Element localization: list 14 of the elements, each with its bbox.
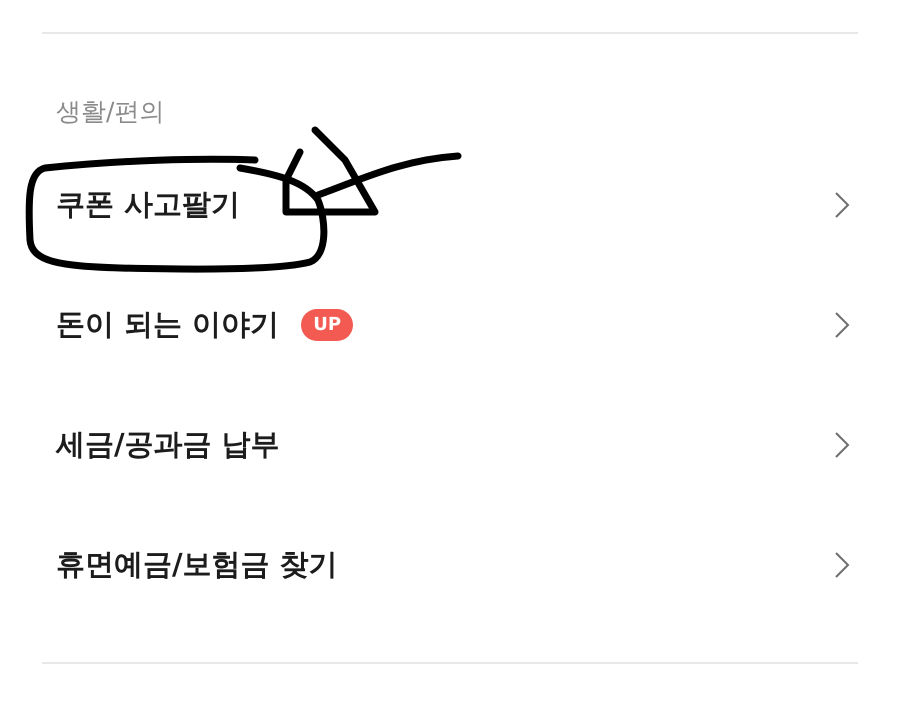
menu-item-label: 휴면예금/보험금 찾기 xyxy=(56,546,338,584)
chevron-right-icon xyxy=(834,311,850,339)
chevron-right-icon xyxy=(834,191,850,219)
menu-item[interactable]: 돈이 되는 이야기 UP xyxy=(42,265,858,385)
menu-item[interactable]: 쿠폰 사고팔기 xyxy=(42,145,858,265)
chevron-right-icon xyxy=(834,431,850,459)
menu-item-label: 세금/공과금 납부 xyxy=(56,426,280,464)
menu-item[interactable]: 휴면예금/보험금 찾기 xyxy=(42,505,858,625)
menu-item[interactable]: 세금/공과금 납부 xyxy=(42,385,858,505)
menu-item-label: 돈이 되는 이야기 xyxy=(56,306,280,344)
menu-item-label: 쿠폰 사고팔기 xyxy=(56,186,240,224)
chevron-right-icon xyxy=(834,551,850,579)
section-heading: 생활/편의 xyxy=(56,96,164,128)
new-badge: UP xyxy=(301,309,354,341)
